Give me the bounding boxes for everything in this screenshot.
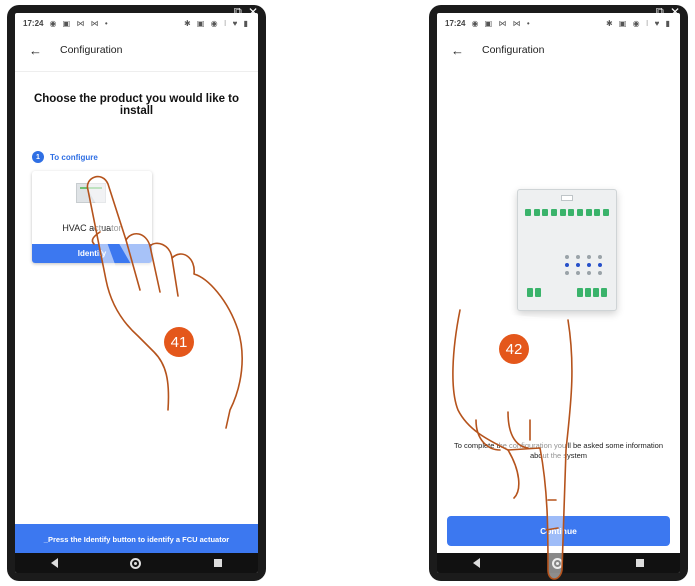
close-icon[interactable]: ✕ bbox=[670, 5, 680, 19]
external-link-icon[interactable]: ⧉ bbox=[656, 6, 664, 19]
nav-back-icon[interactable] bbox=[51, 558, 59, 568]
step-badge-41: 41 bbox=[164, 327, 194, 357]
device-bottom-terminals-left bbox=[527, 288, 541, 297]
section-to-configure: 1 To configure bbox=[32, 151, 98, 163]
android-nav-bar bbox=[437, 553, 680, 573]
nav-back-icon[interactable] bbox=[473, 558, 481, 568]
external-link-icon[interactable]: ⧉ bbox=[234, 6, 242, 19]
step-number-badge: 1 bbox=[32, 151, 44, 163]
notification-icons: ◉ ▣ ⋈ ⋈ • bbox=[49, 18, 110, 28]
identify-button[interactable]: Identify bbox=[32, 244, 152, 263]
status-bar: 17:24 ◉ ▣ ⋈ ⋈ • ✱ ▣ ◉ ⁝ ♥ ▮ bbox=[15, 13, 258, 33]
page-title: Configuration bbox=[482, 44, 545, 56]
device-bottom-terminals-right bbox=[577, 288, 607, 297]
continue-button[interactable]: Continue bbox=[447, 516, 670, 546]
phone-frame-2: 17:24 ◉ ▣ ⋈ ⋈ • ✱ ▣ ◉ ⁝ ♥ ▮ ← Configurat… bbox=[429, 5, 688, 581]
product-name: HVAC actuator bbox=[62, 223, 122, 233]
screen-choose-product: 17:24 ◉ ▣ ⋈ ⋈ • ✱ ▣ ◉ ⁝ ♥ ▮ ← Configurat… bbox=[15, 13, 258, 573]
status-time: 17:24 bbox=[23, 18, 44, 28]
system-icons: ✱ ▣ ◉ ⁝ ♥ ▮ bbox=[183, 18, 250, 28]
screen-heading: Choose the product you would like to ins… bbox=[33, 93, 240, 117]
section-label: To configure bbox=[50, 152, 98, 162]
step-badge-42: 42 bbox=[499, 334, 529, 364]
instruction-text: To complete the configuration you'll be … bbox=[453, 441, 664, 460]
screen-configuration-intro: 17:24 ◉ ▣ ⋈ ⋈ • ✱ ▣ ◉ ⁝ ♥ ▮ ← Configurat… bbox=[437, 13, 680, 573]
system-icons: ✱ ▣ ◉ ⁝ ♥ ▮ bbox=[605, 18, 672, 28]
app-bar: ← Configuration bbox=[437, 35, 680, 65]
phone-frame-1: 17:24 ◉ ▣ ⋈ ⋈ • ✱ ▣ ◉ ⁝ ♥ ▮ ← Configurat… bbox=[7, 5, 266, 581]
status-bar: 17:24 ◉ ▣ ⋈ ⋈ • ✱ ▣ ◉ ⁝ ♥ ▮ bbox=[437, 13, 680, 33]
nav-home-icon[interactable] bbox=[130, 557, 142, 569]
app-bar: ← Configuration bbox=[15, 35, 258, 65]
info-banner: _Press the Identify button to identify a… bbox=[15, 524, 258, 554]
hvac-actuator-illustration bbox=[517, 189, 617, 311]
nav-home-icon[interactable] bbox=[552, 557, 564, 569]
product-card-hvac[interactable]: HVAC actuator Identify bbox=[32, 171, 152, 263]
notification-icons: ◉ ▣ ⋈ ⋈ • bbox=[471, 18, 532, 28]
device-leds bbox=[565, 255, 609, 275]
nav-recents-icon[interactable] bbox=[213, 559, 222, 567]
nav-recents-icon[interactable] bbox=[635, 559, 644, 567]
device-window bbox=[561, 195, 573, 201]
status-time: 17:24 bbox=[445, 18, 466, 28]
hvac-actuator-thumbnail bbox=[76, 183, 106, 203]
close-icon[interactable]: ✕ bbox=[248, 5, 258, 19]
android-nav-bar bbox=[15, 553, 258, 573]
arrow-left-icon[interactable]: ← bbox=[29, 43, 42, 58]
device-top-terminals bbox=[525, 209, 609, 217]
arrow-left-icon[interactable]: ← bbox=[451, 43, 464, 58]
page-title: Configuration bbox=[60, 44, 123, 56]
divider bbox=[15, 71, 258, 72]
